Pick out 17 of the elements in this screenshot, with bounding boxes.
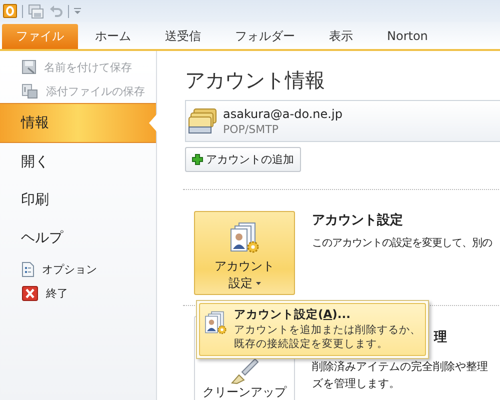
section-heading: 理: [434, 329, 448, 346]
menu-label: 開く: [21, 153, 49, 171]
section-heading: アカウント設定: [312, 212, 404, 229]
menu-item-title: アカウント設定(A)...: [234, 307, 352, 322]
account-email: asakura@a-do.ne.jp: [223, 106, 342, 120]
menu-label: 添付ファイルの保存: [46, 84, 145, 98]
menu-label: ヘルプ: [21, 229, 63, 247]
page-title: アカウント情報: [185, 67, 326, 94]
menu-label: 印刷: [21, 191, 49, 209]
section-description: このアカウントの設定を変更して、別の: [312, 236, 492, 251]
menu-label: 終了: [46, 286, 68, 300]
menu-label: 情報: [21, 114, 49, 132]
section-description: 削除済みアイテムの完全削除や整理 ズを管理します。: [312, 359, 488, 392]
menu-item-description: アカウントを追加または削除するか、 既存の接続設定を変更します。: [234, 323, 421, 351]
menu-label: 名前を付けて保存: [44, 60, 132, 74]
menu-label: オプション: [42, 262, 97, 276]
account-type: POP/SMTP: [223, 122, 280, 136]
